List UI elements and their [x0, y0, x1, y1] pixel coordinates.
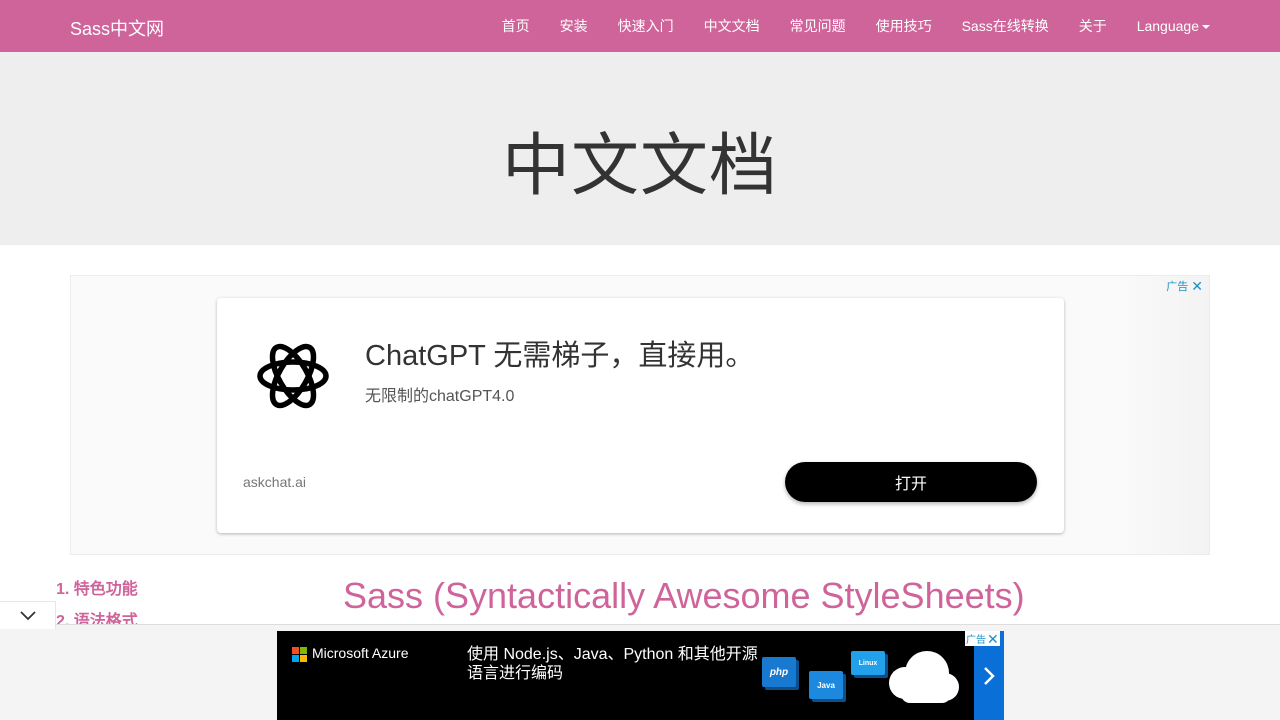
ms-logo-blue — [292, 655, 299, 662]
page-header: 中文文档 — [0, 52, 1280, 245]
section-title: Sass (Syntactically Awesome StyleSheets) — [343, 575, 1025, 616]
language-label: Language — [1136, 18, 1199, 34]
ad-choices[interactable]: 广告 ✕ — [1166, 278, 1203, 294]
java-tile: Java — [809, 671, 843, 699]
cloud-icon — [889, 651, 959, 703]
ad-shade — [1119, 276, 1209, 554]
page-title: 中文文档 — [501, 128, 778, 204]
close-icon[interactable]: ✕ — [1191, 279, 1203, 293]
nav-item-about[interactable]: 关于 — [1064, 16, 1122, 36]
azure-banner-ad[interactable]: Microsoft Azure 使用 Node.js、Java、Python 和… — [277, 631, 1004, 720]
toc-item-features[interactable]: 1. 特色功能 — [56, 580, 138, 612]
ad-headline: ChatGPT 无需梯子，直接用。 — [365, 340, 755, 372]
php-tile: php — [762, 657, 796, 687]
ad-description: 无限制的chatGPT4.0 — [365, 388, 515, 405]
nav-item-online-convert[interactable]: Sass在线转换 — [947, 16, 1064, 36]
banner-ad-choices[interactable]: 广告 ✕ — [965, 631, 1000, 646]
nav-item-install[interactable]: 安装 — [545, 16, 603, 36]
caret-down-icon — [1202, 25, 1210, 30]
banner-ad-label: 广告 — [966, 635, 986, 646]
site-brand-link[interactable]: Sass中文网 — [70, 15, 164, 41]
linux-tile: Linux — [851, 651, 885, 675]
ad-label: 广告 — [1166, 281, 1189, 293]
nav-item-quickstart[interactable]: 快速入门 — [603, 16, 689, 36]
top-navbar: Sass中文网 首页 安装 快速入门 中文文档 常见问题 使用技巧 Sass在线… — [0, 0, 1280, 52]
ad-domain: askchat.ai — [243, 474, 307, 490]
ms-logo-red — [292, 647, 299, 654]
ad-card[interactable]: ChatGPT 无需梯子，直接用。 无限制的chatGPT4.0 askchat… — [217, 298, 1064, 533]
banner-brand: Microsoft Azure — [312, 645, 409, 661]
chevron-right-icon — [984, 666, 995, 685]
nav-item-docs[interactable]: 中文文档 — [689, 16, 775, 36]
nav-item-tips[interactable]: 使用技巧 — [861, 16, 947, 36]
ad-container: 广告 ✕ ChatGPT 无需梯子，直接用。 无限制的chatGPT4.0 as… — [70, 275, 1210, 555]
nav-item-faq[interactable]: 常见问题 — [775, 16, 861, 36]
collapse-ad-button[interactable] — [0, 601, 56, 629]
banner-close-icon[interactable]: ✕ — [987, 632, 999, 646]
ms-logo-yellow — [300, 655, 307, 662]
nav-item-home[interactable]: 首页 — [487, 16, 545, 36]
chatgpt-logo-icon — [257, 343, 329, 409]
ms-logo-green — [300, 647, 307, 654]
ad-open-button[interactable]: 打开 — [785, 462, 1037, 502]
main-nav: 首页 安装 快速入门 中文文档 常见问题 使用技巧 Sass在线转换 关于 La… — [487, 0, 1210, 52]
chevron-down-icon — [20, 611, 36, 621]
banner-text: 使用 Node.js、Java、Python 和其他开源语言进行编码 — [467, 646, 758, 682]
nav-item-language-dropdown[interactable]: Language — [1122, 18, 1210, 34]
microsoft-logo-icon — [292, 647, 307, 662]
